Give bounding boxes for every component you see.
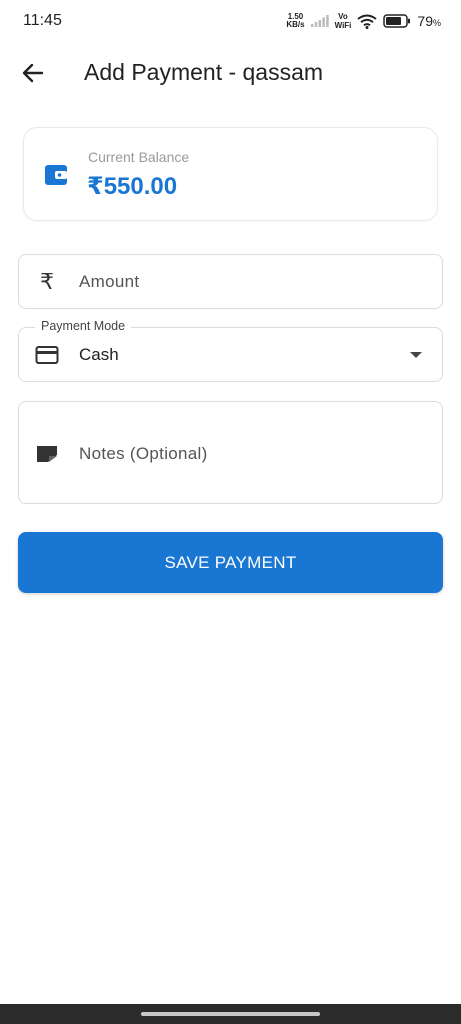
payment-mode-dropdown[interactable]: Payment Mode Cash bbox=[18, 319, 443, 382]
status-time: 11:45 bbox=[23, 12, 62, 29]
back-button[interactable] bbox=[18, 58, 48, 88]
rupee-icon: ₹ bbox=[40, 269, 54, 294]
notes-input[interactable]: Notes (Optional) bbox=[18, 401, 443, 504]
signal-icon bbox=[310, 15, 329, 27]
wallet-icon bbox=[45, 165, 67, 185]
balance-card: Current Balance ₹550.00 bbox=[23, 127, 438, 221]
vowifi-badge: Vo WiFi bbox=[334, 12, 352, 30]
amount-placeholder: Amount bbox=[79, 272, 140, 291]
status-icons: 1.50 KB/s Vo WiFi 79% bbox=[286, 11, 441, 31]
balance-label: Current Balance bbox=[88, 149, 190, 165]
arrow-drop-down-icon[interactable] bbox=[410, 352, 422, 358]
home-gesture-handle[interactable] bbox=[141, 1012, 320, 1016]
payment-mode-value: Cash bbox=[79, 345, 119, 364]
battery-icon bbox=[383, 14, 411, 28]
save-payment-button[interactable]: SAVE PAYMENT bbox=[18, 532, 443, 593]
navigation-bar bbox=[0, 1004, 461, 1024]
battery-percent: 79% bbox=[417, 13, 441, 29]
notes-placeholder: Notes (Optional) bbox=[79, 444, 208, 463]
arrow-back-icon bbox=[22, 63, 44, 83]
page-title: Add Payment - qassam bbox=[84, 59, 324, 85]
app-bar: Add Payment - qassam bbox=[0, 44, 461, 102]
wifi-icon bbox=[357, 14, 378, 29]
amount-input[interactable]: ₹ Amount bbox=[18, 254, 443, 309]
payment-mode-label: Payment Mode bbox=[35, 319, 132, 333]
note-icon bbox=[35, 442, 59, 466]
balance-value: ₹550.00 bbox=[87, 173, 178, 200]
status-bar: 11:45 1.50 KB/s Vo WiFi 79% bbox=[0, 0, 461, 44]
network-speed: 1.50 KB/s bbox=[286, 12, 305, 29]
credit-card-icon bbox=[35, 343, 59, 367]
